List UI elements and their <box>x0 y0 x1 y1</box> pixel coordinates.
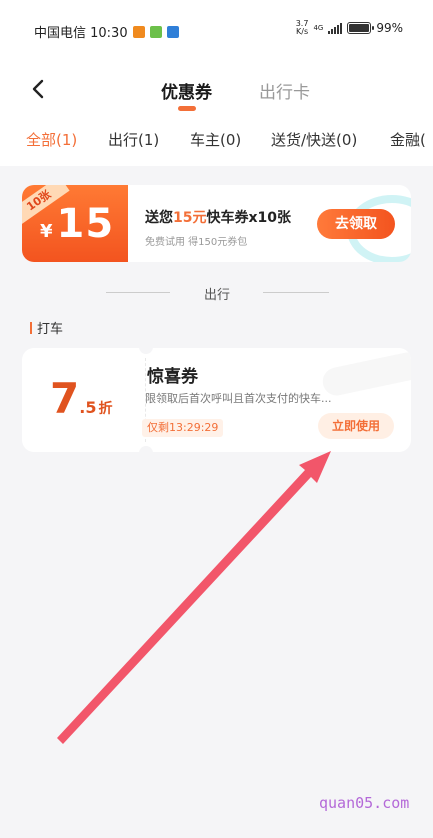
notification-icon <box>166 25 179 38</box>
category-travel[interactable]: 出行(1) <box>108 129 159 150</box>
back-button[interactable] <box>28 78 50 100</box>
battery-percent: 99% <box>376 21 403 35</box>
coupon-notch <box>139 446 153 452</box>
carrier-time: 中国电信 10:30 <box>34 26 128 41</box>
back-arrow-icon <box>32 79 44 99</box>
battery-level <box>349 24 370 32</box>
category-car-owner[interactable]: 车主(0) <box>190 129 241 150</box>
section-label: 打车 <box>30 318 63 337</box>
promo-value-block: 10张 ¥ 15 <box>22 185 128 262</box>
coupon-timer: 仅剩13:29:29 <box>142 419 224 437</box>
section-divider-label: 出行 <box>204 288 231 303</box>
network-type: 4G <box>313 24 324 32</box>
network-speed: 3.7 K/s <box>295 19 309 36</box>
notification-icon <box>132 25 145 38</box>
coupon-title: 惊喜券 <box>147 367 198 387</box>
section-marker <box>30 321 32 334</box>
promo-subtitle: 免费试用 得150元券包 <box>145 237 248 248</box>
watermark: quan05.com <box>319 794 410 812</box>
coupon-card[interactable]: 7 .5 折 惊喜券 限领取后首次呼叫且首次支付的快车... 仅剩13:29:2… <box>22 348 411 452</box>
use-now-button[interactable]: 立即使用 <box>318 413 394 439</box>
claim-button[interactable]: 去领取 <box>317 209 395 239</box>
tab-coupons[interactable]: 优惠券 <box>161 78 212 103</box>
signal-icon <box>328 22 343 34</box>
coupon-description: 限领取后首次呼叫且首次支付的快车... <box>145 392 332 405</box>
promo-amount: ¥ 15 <box>40 201 114 247</box>
promo-title: 送您15元快车券x10张 <box>145 210 291 226</box>
battery-icon <box>347 22 375 34</box>
status-left: 中国电信 10:30 <box>34 22 179 41</box>
coupon-discount: 7 .5 折 <box>50 374 113 423</box>
tab-travel-card[interactable]: 出行卡 <box>259 78 310 103</box>
active-tab-indicator <box>178 106 196 111</box>
annotation-arrow-shape <box>57 451 331 744</box>
category-delivery[interactable]: 送货/快送(0) <box>271 129 357 150</box>
divider-line-right <box>263 292 329 293</box>
promo-amount-value: 15 <box>56 201 115 247</box>
section-label-text: 打车 <box>37 322 64 337</box>
promo-banner[interactable]: 10张 ¥ 15 送您15元快车券x10张 免费试用 得150元券包 去领取 <box>22 185 411 262</box>
divider-line-left <box>106 292 170 293</box>
currency-symbol: ¥ <box>40 221 53 242</box>
status-right: 3.7 K/s 4G 99% <box>296 20 403 36</box>
coupon-notch <box>139 348 153 354</box>
category-tabs: 全部(1) 出行(1) 车主(0) 送货/快送(0) 金融( <box>0 116 433 166</box>
page-header: 优惠券 出行卡 <box>0 62 433 116</box>
section-divider: 出行 <box>0 282 433 303</box>
status-bar: 中国电信 10:30 3.7 K/s 4G 99% <box>0 0 433 62</box>
category-finance[interactable]: 金融( <box>390 129 426 150</box>
notification-icon <box>149 25 162 38</box>
category-all[interactable]: 全部(1) <box>26 129 77 150</box>
